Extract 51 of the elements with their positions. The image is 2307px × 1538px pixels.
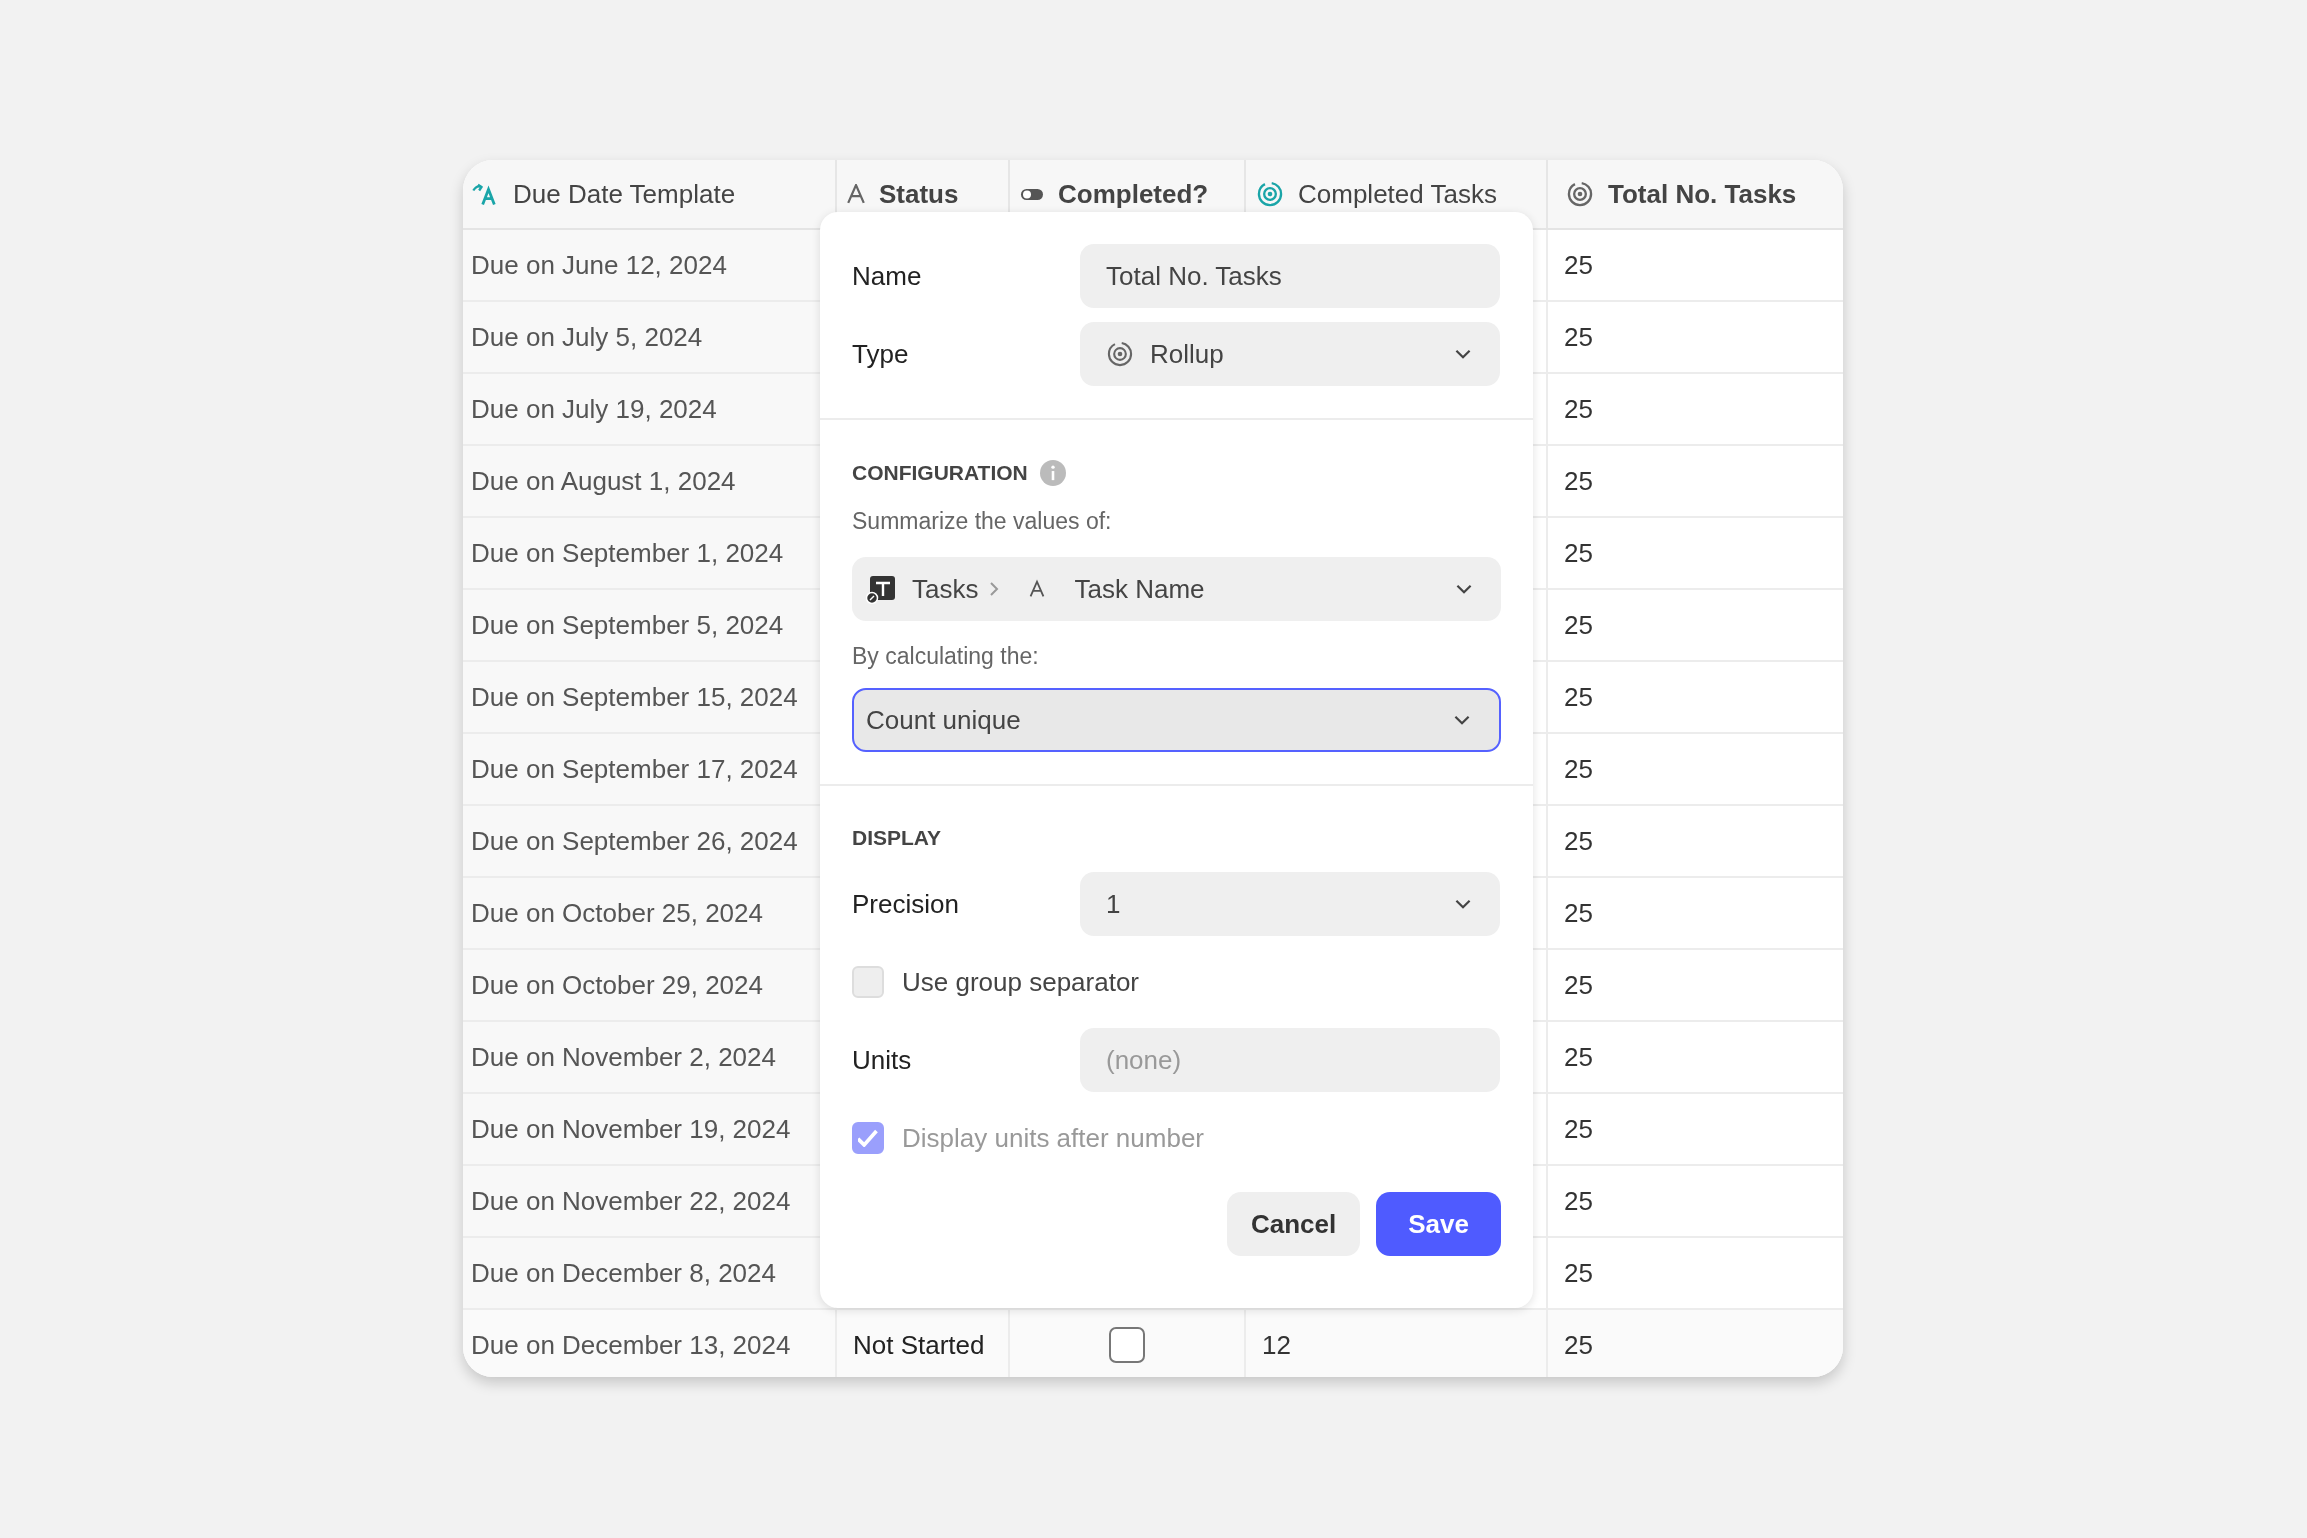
info-icon[interactable] — [1039, 460, 1066, 486]
column-header[interactable]: Due Date Template — [513, 178, 736, 210]
table-cell-text: 25 — [1563, 1256, 1594, 1290]
table-icon — [866, 574, 896, 604]
table-cell-text: 25 — [1563, 248, 1594, 282]
table-cell: 12 — [1246, 1310, 1548, 1377]
table-cell-text: 25 — [1563, 392, 1594, 426]
checkbox-label: Display units after number — [902, 1122, 1205, 1154]
checkbox[interactable] — [1109, 1327, 1145, 1363]
section-heading: DISPLAY — [852, 826, 942, 850]
table-cell-text: 25 — [1563, 752, 1594, 786]
calculation-dropdown[interactable]: Count unique — [852, 688, 1501, 752]
rollup-icon — [1566, 180, 1594, 208]
table-cell-text: 25 — [1563, 320, 1594, 354]
field-label: Name — [852, 260, 923, 292]
toggle-icon — [1020, 187, 1044, 201]
formula-rollup-icon — [1256, 180, 1284, 208]
table-cell-text: 25 — [1563, 824, 1594, 858]
checkbox-label: Use group separator — [902, 966, 1140, 998]
table-cell-text: 25 — [1563, 608, 1594, 642]
table-cell-text: 25 — [1563, 968, 1594, 1002]
field-label: Units — [852, 1044, 913, 1076]
cancel-button[interactable]: Cancel — [1227, 1192, 1361, 1256]
column-header[interactable]: Status — [879, 178, 959, 210]
checkmark-icon — [858, 1129, 878, 1147]
table-cell-text: 25 — [1563, 536, 1594, 570]
name-input[interactable]: Total No. Tasks — [1080, 244, 1500, 308]
table-cell-text: 25 — [1563, 464, 1594, 498]
field-label: Summarize the values of: — [852, 508, 1113, 535]
column-header[interactable]: Completed? — [1058, 178, 1209, 210]
field-label: Precision — [852, 888, 960, 920]
source-dropdown[interactable]: Tasks Task Name — [852, 557, 1501, 621]
table-cell-text: 25 — [1563, 896, 1594, 930]
type-dropdown[interactable]: Rollup — [1080, 322, 1500, 386]
table-cell-text: 25 — [1563, 1112, 1594, 1146]
table-cell: Due on December 13, 2024 — [463, 1310, 837, 1377]
section-heading: CONFIGURATION — [852, 461, 1028, 485]
table-cell-text: 25 — [1563, 1040, 1594, 1074]
units-input[interactable]: (none) — [1080, 1028, 1500, 1092]
save-button[interactable]: Save — [1376, 1192, 1501, 1256]
field-label: Type — [852, 338, 910, 370]
precision-dropdown[interactable]: 1 — [1080, 872, 1500, 936]
table-cell: Not Started — [837, 1310, 1010, 1377]
rollup-icon — [1106, 340, 1134, 368]
table-cell-text: 25 — [1563, 680, 1594, 714]
column-header[interactable]: Completed Tasks — [1298, 178, 1497, 210]
table-cell-text: 25 — [1563, 1184, 1594, 1218]
field-label: By calculating the: — [852, 643, 1040, 670]
table-cell: 25 — [1548, 1310, 1843, 1377]
text-type-icon — [847, 184, 865, 204]
column-header[interactable]: Total No. Tasks — [1608, 178, 1797, 210]
